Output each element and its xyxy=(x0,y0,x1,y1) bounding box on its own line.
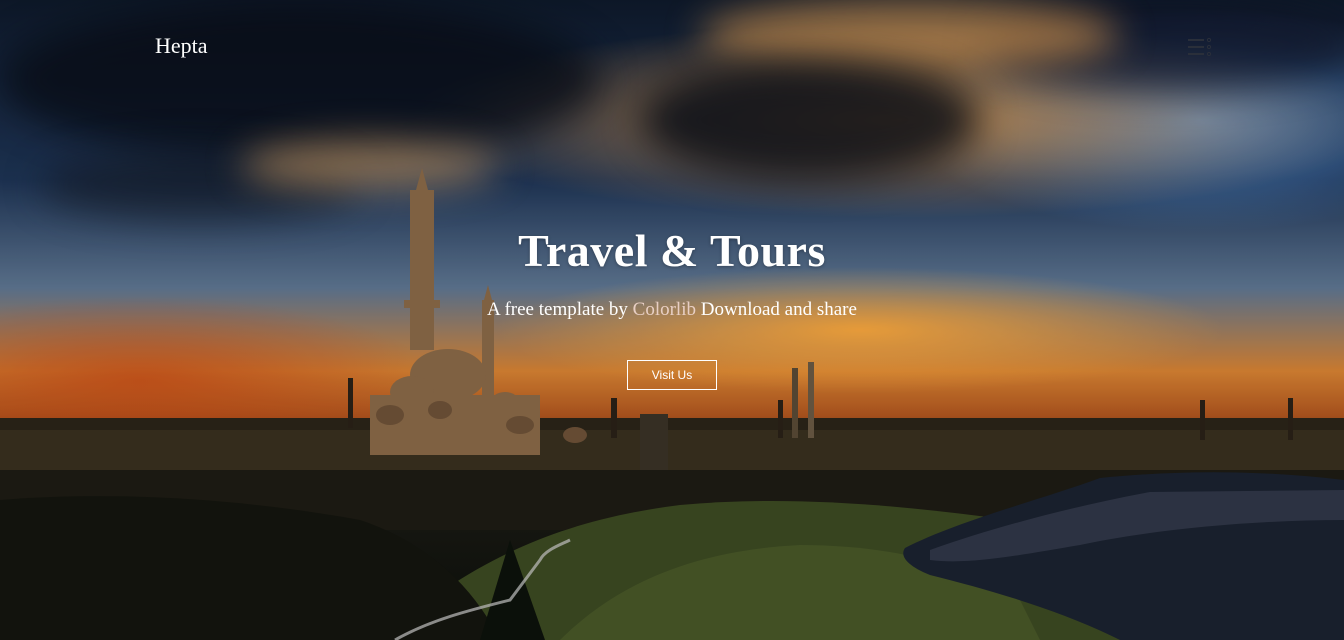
subtitle-prefix: A free template by xyxy=(487,299,633,320)
hero-subtitle: A free template by Colorlib Download and… xyxy=(0,299,1344,321)
visit-us-button[interactable]: Visit Us xyxy=(626,360,718,390)
subtitle-suffix: Download and share xyxy=(696,299,857,320)
hero-section: Hepta Travel & Tours A free template by … xyxy=(0,0,1344,640)
hamburger-dots-icon xyxy=(1186,36,1214,58)
brand-logo-link[interactable]: Hepta xyxy=(155,33,208,59)
hero-title: Travel & Tours xyxy=(518,225,826,276)
menu-toggle-button[interactable] xyxy=(1186,36,1214,58)
colorlib-link[interactable]: Colorlib xyxy=(633,299,696,320)
hero-content: Travel & Tours A free template by Colorl… xyxy=(0,224,1344,390)
